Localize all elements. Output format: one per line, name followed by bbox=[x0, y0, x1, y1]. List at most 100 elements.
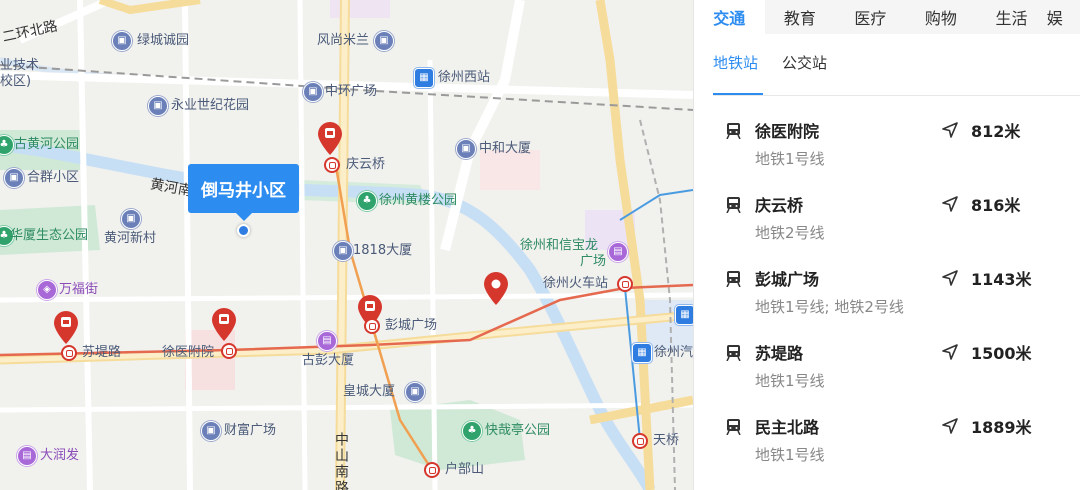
metro-pin-icon[interactable] bbox=[53, 311, 79, 345]
nearby-panel: 交通 教育 医疗 购物 生活 娱 地铁站 公交站 徐医附院 地铁1号线 812米… bbox=[693, 0, 1080, 490]
navigate-icon[interactable] bbox=[941, 269, 959, 287]
location-dot-icon bbox=[237, 224, 250, 237]
building-icon[interactable]: ▣ bbox=[405, 382, 425, 402]
building-icon[interactable]: ▣ bbox=[201, 421, 221, 441]
building-icon[interactable]: ▣ bbox=[303, 82, 323, 102]
train-station-icon[interactable]: ▦ bbox=[414, 68, 434, 88]
place-label: 财富广场 bbox=[224, 423, 277, 438]
building-icon[interactable]: ▣ bbox=[456, 139, 476, 159]
road-label: 中山南路 bbox=[333, 432, 349, 490]
navigate-icon[interactable] bbox=[941, 121, 959, 139]
metro-station-icon[interactable] bbox=[424, 462, 440, 478]
place-label: 风尚米兰 bbox=[317, 33, 370, 48]
place-label: 徐州西站 bbox=[438, 70, 491, 85]
place-label: 校区) bbox=[0, 74, 32, 89]
station-name: 徐医附院 bbox=[755, 122, 820, 141]
place-label: 古黄河公园 bbox=[14, 137, 80, 152]
station-item[interactable]: 徐医附院 地铁1号线 812米 bbox=[723, 118, 1053, 178]
park-icon[interactable]: ♣ bbox=[462, 421, 482, 441]
location-pin-icon[interactable] bbox=[483, 272, 509, 306]
place-label: 户部山 bbox=[445, 462, 485, 477]
building-icon[interactable]: ▣ bbox=[112, 31, 132, 51]
station-distance: 1143米 bbox=[971, 270, 1032, 289]
divider bbox=[713, 95, 1080, 96]
shopping-icon[interactable]: ▤ bbox=[17, 446, 37, 466]
place-label: 快哉亭公园 bbox=[485, 423, 551, 438]
selected-place-name: 倒马井小区 bbox=[201, 181, 286, 201]
station-lines: 地铁1号线 bbox=[755, 372, 825, 390]
navigate-icon[interactable] bbox=[941, 417, 959, 435]
sub-tabs: 地铁站 公交站 bbox=[713, 52, 827, 83]
bus-station-icon[interactable]: ▦ bbox=[632, 343, 652, 363]
station-item[interactable]: 彭城广场 地铁1号线; 地铁2号线 1143米 bbox=[723, 266, 1053, 326]
map-view[interactable]: 二环北路 业技术 校区) ▣ 绿城诚园 风尚米兰 ▣ ▣ 中环广场 ▦ 徐州西站… bbox=[0, 0, 693, 490]
place-label: 徐州黄楼公园 bbox=[379, 193, 458, 208]
tab-shopping[interactable]: 购物 bbox=[906, 0, 977, 34]
station-name: 彭城广场 bbox=[755, 270, 820, 289]
place-label: 中和大厦 bbox=[479, 141, 532, 156]
tab-medical[interactable]: 医疗 bbox=[835, 0, 906, 34]
tab-bus[interactable]: 公交站 bbox=[782, 52, 827, 83]
metro-station-icon[interactable] bbox=[61, 345, 77, 361]
metro-station-icon[interactable] bbox=[364, 318, 380, 334]
station-item[interactable]: 庆云桥 地铁2号线 816米 bbox=[723, 192, 1053, 252]
station-distance: 1500米 bbox=[971, 344, 1032, 363]
metro-station-icon[interactable] bbox=[324, 157, 340, 173]
station-distance: 812米 bbox=[971, 122, 1021, 141]
building-icon[interactable]: ▣ bbox=[4, 168, 24, 188]
station-distance: 816米 bbox=[971, 196, 1021, 215]
tab-transport[interactable]: 交通 bbox=[694, 0, 765, 34]
train-icon bbox=[726, 345, 741, 361]
building-icon[interactable]: ▣ bbox=[374, 31, 394, 51]
metro-station-icon[interactable] bbox=[221, 343, 237, 359]
place-label: 徐医附院 bbox=[162, 345, 215, 360]
train-icon bbox=[726, 123, 741, 139]
station-name: 民主北路 bbox=[755, 418, 820, 437]
place-label: 广场 bbox=[580, 254, 607, 269]
station-lines: 地铁1号线 bbox=[755, 150, 825, 168]
station-lines: 地铁1号线; 地铁2号线 bbox=[755, 298, 904, 316]
place-label: 合群小区 bbox=[27, 170, 80, 185]
station-lines: 地铁1号线 bbox=[755, 446, 825, 464]
tab-life[interactable]: 生活 bbox=[976, 0, 1047, 34]
tab-education[interactable]: 教育 bbox=[765, 0, 836, 34]
metro-station-icon[interactable] bbox=[632, 433, 648, 449]
station-item[interactable]: 苏堤路 地铁1号线 1500米 bbox=[723, 340, 1053, 400]
place-label: 永业世纪花园 bbox=[171, 98, 250, 113]
place-label: 华厦生态公园 bbox=[10, 228, 89, 243]
station-distance: 1889米 bbox=[971, 418, 1032, 437]
place-label: 万福街 bbox=[59, 282, 99, 297]
place-label: 庆云桥 bbox=[346, 157, 386, 172]
shopping-icon[interactable]: ▤ bbox=[317, 331, 337, 351]
train-icon bbox=[726, 197, 741, 213]
building-icon[interactable]: ▦ bbox=[675, 305, 693, 325]
selected-place-popup[interactable]: 倒马井小区 bbox=[188, 164, 299, 221]
place-label: 大润发 bbox=[40, 448, 80, 463]
place-label: 徐州火车站 bbox=[543, 276, 609, 291]
park-icon[interactable]: ♣ bbox=[357, 191, 377, 211]
metro-station-icon[interactable] bbox=[617, 276, 633, 292]
metro-pin-icon[interactable] bbox=[317, 122, 343, 156]
place-label: 徐州和信宝龙 bbox=[520, 238, 599, 253]
place-label: 业技术 bbox=[0, 58, 40, 73]
station-item[interactable]: 民主北路 地铁1号线 1889米 bbox=[723, 414, 1053, 474]
station-lines: 地铁2号线 bbox=[755, 224, 825, 242]
train-icon bbox=[726, 419, 741, 435]
metro-pin-icon[interactable] bbox=[211, 308, 237, 342]
category-tabs: 交通 教育 医疗 购物 生活 娱 bbox=[694, 0, 1080, 34]
station-name: 苏堤路 bbox=[755, 344, 804, 363]
tab-entertainment[interactable]: 娱 bbox=[1047, 0, 1080, 34]
place-label: 黄河新村 bbox=[104, 231, 157, 246]
place-label: 苏堤路 bbox=[82, 345, 122, 360]
building-icon[interactable]: ▣ bbox=[333, 241, 353, 261]
navigate-icon[interactable] bbox=[941, 343, 959, 361]
navigate-icon[interactable] bbox=[941, 195, 959, 213]
building-icon[interactable]: ▣ bbox=[148, 96, 168, 116]
place-label: 徐州汽 bbox=[654, 345, 693, 360]
shopping-icon[interactable]: ▤ bbox=[608, 242, 628, 262]
place-label: 中环广场 bbox=[325, 84, 378, 99]
place-label: 1818大厦 bbox=[353, 243, 413, 258]
tab-metro[interactable]: 地铁站 bbox=[713, 52, 758, 83]
game-icon[interactable]: ◈ bbox=[37, 280, 57, 300]
building-icon[interactable]: ▣ bbox=[121, 209, 141, 229]
